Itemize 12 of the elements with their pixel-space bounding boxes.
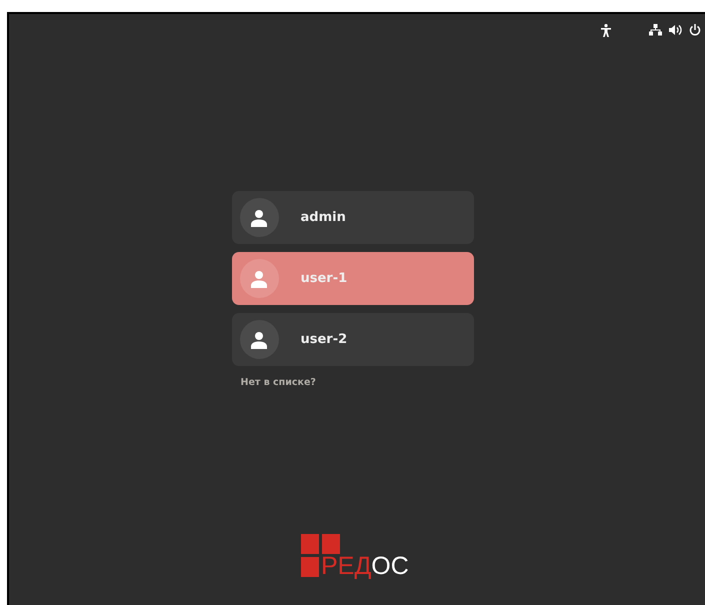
user-avatar-icon <box>240 320 278 359</box>
power-icon[interactable] <box>689 24 701 36</box>
not-listed-link[interactable]: Нет в списке? <box>232 374 316 388</box>
user-list-item[interactable]: user-2 <box>232 313 474 366</box>
network-icon[interactable] <box>649 24 662 36</box>
logo-text: ОС <box>371 552 409 580</box>
user-avatar-icon <box>240 259 278 298</box>
volume-icon[interactable] <box>669 24 682 36</box>
accessibility-icon[interactable] <box>601 24 611 36</box>
user-avatar-icon <box>240 198 278 237</box>
logo-text: РЕД <box>321 552 372 580</box>
user-list-item[interactable]: admin <box>232 191 474 244</box>
